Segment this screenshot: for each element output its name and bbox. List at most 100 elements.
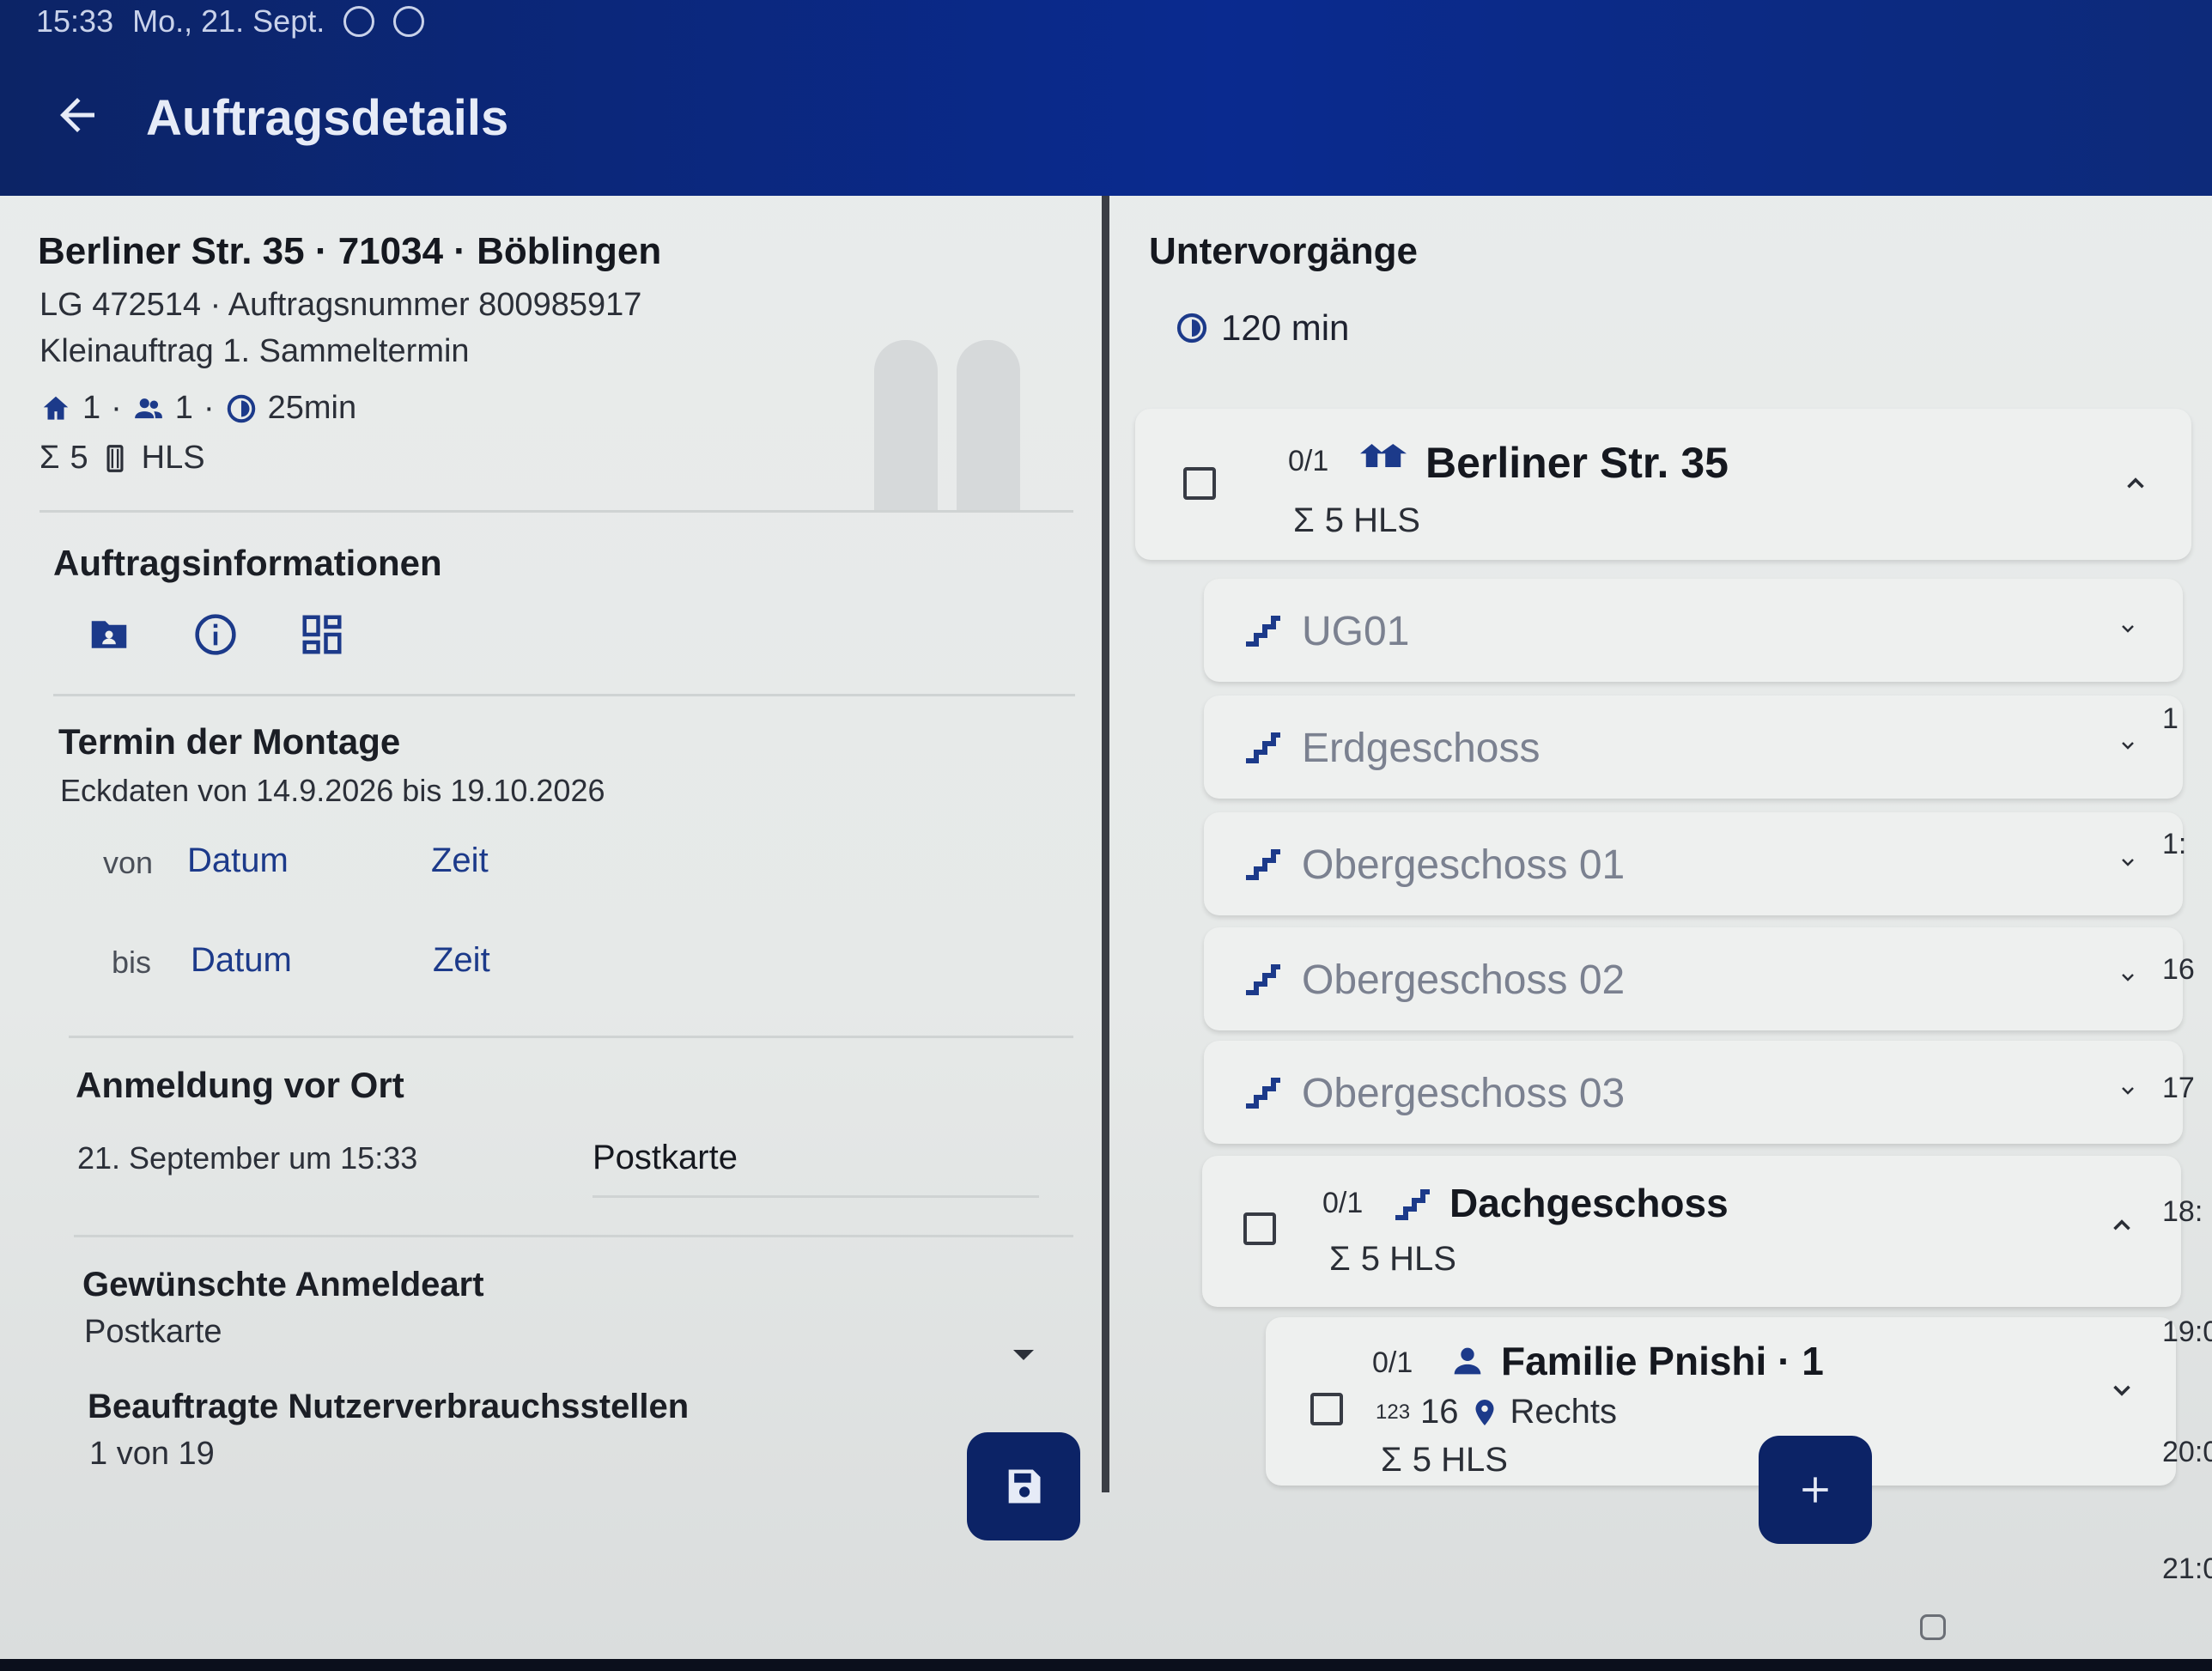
chevron-down-icon[interactable] xyxy=(2118,852,2138,872)
back-arrow-icon[interactable] xyxy=(52,89,103,141)
dot-separator: · xyxy=(111,390,122,426)
stat-houses: 1 xyxy=(82,390,101,426)
section-order-info: Auftragsinformationen xyxy=(53,543,442,583)
tenant-card[interactable]: 0/1 Familie Pnishi · 1 123 16 Rechts Σ 5… xyxy=(1266,1317,2176,1486)
floor-label: UG01 xyxy=(1302,609,1410,654)
stairs-icon xyxy=(1246,849,1280,880)
floor-row[interactable]: Erdgeschoss xyxy=(1204,696,2183,799)
bis-time-field[interactable]: Zeit xyxy=(433,941,490,980)
divider xyxy=(74,1235,1073,1237)
stat-sum: 5 xyxy=(70,440,88,476)
tenant-sum: Σ 5 HLS xyxy=(1381,1441,1508,1480)
sync-status-icon xyxy=(393,6,425,37)
duration-value: 120 min xyxy=(1221,307,1350,348)
sigma-icon: Σ xyxy=(1381,1441,1402,1479)
floor-row[interactable]: Obergeschoss 03 xyxy=(1204,1041,2183,1144)
bis-date-field[interactable]: Datum xyxy=(191,941,292,980)
bis-label: bis xyxy=(112,945,152,980)
sum-row: Σ 5 HLS xyxy=(40,440,205,477)
dropdown-arrow-icon[interactable] xyxy=(1013,1350,1034,1360)
von-date-field[interactable]: Datum xyxy=(187,842,289,880)
sigma-icon: Σ xyxy=(1329,1240,1351,1278)
building-checkbox[interactable] xyxy=(1183,467,1216,500)
timeline-label: 1: xyxy=(2162,828,2187,860)
dachgeschoss-sum-value: 5 HLS xyxy=(1360,1240,1456,1278)
dachgeschoss-sum: Σ 5 HLS xyxy=(1329,1240,1456,1279)
stairs-icon xyxy=(1395,1189,1430,1220)
numbers-icon: 123 xyxy=(1376,1400,1411,1424)
stairs-icon xyxy=(1246,616,1280,647)
tenant-sum-value: 5 HLS xyxy=(1412,1441,1508,1479)
tenant-checkbox[interactable] xyxy=(1310,1393,1343,1425)
desired-registration-label: Gewünschte Anmeldeart xyxy=(82,1266,484,1303)
dashboard-icon[interactable] xyxy=(299,611,345,658)
chevron-down-icon[interactable] xyxy=(2107,1376,2136,1405)
order-details-panel: Berliner Str. 35 · 71034 · Böblingen LG … xyxy=(0,196,1103,1659)
order-info-actions xyxy=(86,611,345,658)
tenant-title: Familie Pnishi · 1 xyxy=(1501,1339,1824,1383)
home-nav-icon[interactable] xyxy=(1920,1614,1946,1640)
floor-row[interactable]: Obergeschoss 01 xyxy=(1204,812,2183,915)
chevron-up-icon[interactable] xyxy=(2121,469,2150,498)
subprocesses-duration: 120 min xyxy=(1175,307,1349,349)
address-title: Berliner Str. 35 · 71034 · Böblingen xyxy=(38,230,662,272)
timeline-label: 16 xyxy=(2162,953,2195,986)
person-icon xyxy=(1454,1347,1481,1375)
registration-date: 21. September um 15:33 xyxy=(77,1140,418,1176)
status-time: 15:33 xyxy=(36,3,114,39)
registration-method-select[interactable]: Postkarte xyxy=(592,1139,738,1177)
tenant-number: 16 xyxy=(1420,1393,1459,1431)
location-status-icon xyxy=(343,6,375,37)
floor-row[interactable]: UG01 xyxy=(1204,579,2183,682)
status-date: Mo., 21. Sept. xyxy=(132,3,325,39)
timeline-label: 19:0 xyxy=(2162,1316,2212,1348)
info-icon[interactable] xyxy=(192,611,239,658)
floor-label: Obergeschoss 01 xyxy=(1302,842,1626,888)
chevron-down-icon[interactable] xyxy=(2118,735,2138,756)
building-sum: Σ 5 HLS xyxy=(1293,501,1420,540)
order-type-line: Kleinauftrag 1. Sammeltermin xyxy=(40,333,470,369)
chevron-up-icon[interactable] xyxy=(2107,1211,2136,1240)
sigma-icon: Σ xyxy=(40,440,60,476)
assigned-units-label: Beauftragte Nutzerverbrauchsstellen xyxy=(88,1388,690,1425)
save-button[interactable] xyxy=(967,1432,1080,1540)
save-icon xyxy=(1008,1469,1041,1504)
timeline-label: 1 xyxy=(2162,702,2179,735)
house-icon xyxy=(43,396,69,420)
dachgeschoss-card[interactable]: 0/1 Dachgeschoss Σ 5 HLS xyxy=(1202,1156,2181,1307)
app-bar: 15:33 Mo., 21. Sept. Auftragsdetails xyxy=(0,0,2212,196)
add-button[interactable] xyxy=(1759,1436,1872,1544)
radiator-icon xyxy=(106,444,124,472)
divider xyxy=(40,510,1073,513)
dachgeschoss-checkbox[interactable] xyxy=(1243,1212,1276,1245)
stairs-icon xyxy=(1246,732,1280,763)
people-icon xyxy=(134,398,162,418)
chevron-down-icon[interactable] xyxy=(2118,967,2138,987)
dachgeschoss-count: 0/1 xyxy=(1322,1187,1364,1219)
plus-icon xyxy=(1802,1477,1828,1503)
divider xyxy=(53,694,1075,696)
chevron-down-icon[interactable] xyxy=(2118,618,2138,639)
floor-label: Erdgeschoss xyxy=(1302,726,1540,771)
timeline-label: 17 xyxy=(2162,1072,2195,1104)
subprocesses-title: Untervorgänge xyxy=(1149,230,1418,272)
building-sum-value: 5 HLS xyxy=(1324,501,1420,539)
tenant-details: 123 16 Rechts xyxy=(1376,1393,1617,1431)
subprocesses-panel: Untervorgänge 120 min 0/1 Berliner Str. … xyxy=(1109,196,2212,1659)
section-registration: Anmeldung vor Ort xyxy=(76,1065,404,1105)
stairs-icon xyxy=(1246,964,1280,995)
timer-icon xyxy=(1176,313,1207,343)
dachgeschoss-title: Dachgeschoss xyxy=(1449,1181,1729,1225)
timeline-label: 21:0 xyxy=(2162,1553,2212,1585)
von-time-field[interactable]: Zeit xyxy=(431,842,489,880)
timer-icon xyxy=(227,394,255,422)
building-card[interactable]: 0/1 Berliner Str. 35 Σ 5 HLS xyxy=(1135,409,2191,560)
assigned-units-value: 1 von 19 xyxy=(89,1436,215,1472)
floor-row[interactable]: Obergeschoss 02 xyxy=(1204,927,2183,1030)
folder-contact-icon[interactable] xyxy=(86,611,132,658)
chevron-down-icon[interactable] xyxy=(2118,1080,2138,1101)
select-underline xyxy=(592,1195,1039,1198)
app-root: 15:33 Mo., 21. Sept. Auftragsdetails Ber… xyxy=(0,0,2212,1659)
building-count: 0/1 xyxy=(1288,445,1329,477)
tenant-location: Rechts xyxy=(1510,1393,1618,1431)
